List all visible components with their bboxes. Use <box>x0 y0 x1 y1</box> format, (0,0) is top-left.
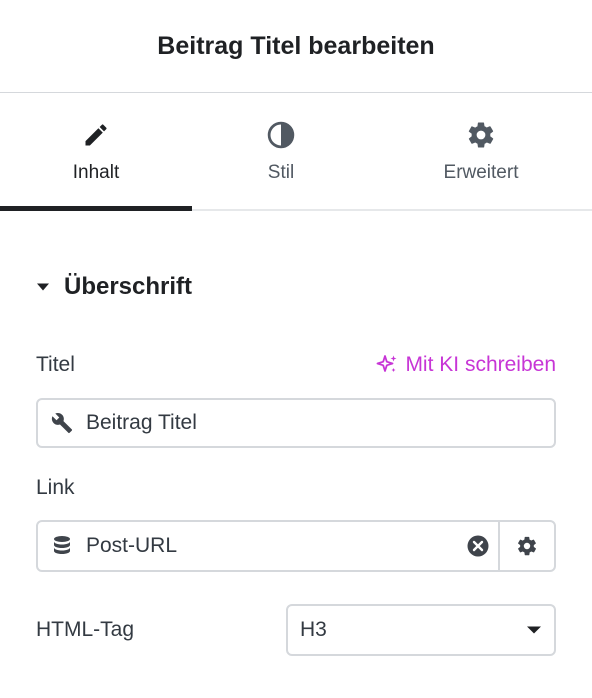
section-title: Überschrift <box>64 273 193 300</box>
html-tag-value: H3 <box>300 618 327 641</box>
link-settings-button[interactable] <box>498 522 554 570</box>
title-label-row: Titel Mit KI schreiben <box>36 353 556 377</box>
wrench-icon <box>38 412 86 434</box>
tab-stil[interactable]: Stil <box>192 93 370 209</box>
tab-inhalt[interactable]: Inhalt <box>0 93 192 211</box>
clear-icon[interactable] <box>458 534 498 558</box>
tab-label: Stil <box>267 162 295 183</box>
link-label: Link <box>36 476 75 499</box>
link-input[interactable]: Post-URL <box>36 520 556 572</box>
gear-icon <box>465 119 497 151</box>
caret-down-icon <box>527 626 541 634</box>
tab-erweitert[interactable]: Erweitert <box>370 93 592 209</box>
tab-bar: Inhalt Stil Erweitert <box>0 93 592 211</box>
ai-write-button[interactable]: Mit KI schreiben <box>375 353 556 377</box>
sparkle-icon <box>377 355 397 372</box>
title-label: Titel <box>36 353 75 376</box>
caret-down-icon <box>36 279 52 295</box>
title-value: Beitrag Titel <box>86 411 197 434</box>
html-tag-select[interactable]: H3 <box>286 604 556 656</box>
section-toggle[interactable]: Überschrift <box>36 273 556 301</box>
link-value: Post-URL <box>86 534 178 557</box>
content-section: Überschrift Titel Mit KI schreiben Beitr… <box>0 273 592 656</box>
html-tag-label: HTML-Tag <box>36 618 135 641</box>
pencil-icon <box>80 119 112 151</box>
panel-header: Beitrag Titel bearbeiten <box>0 0 592 93</box>
tab-label: Inhalt <box>72 162 120 183</box>
database-icon <box>38 535 86 557</box>
html-tag-row: HTML-Tag H3 <box>36 604 556 656</box>
contrast-icon <box>265 119 297 151</box>
title-input[interactable]: Beitrag Titel <box>36 398 556 448</box>
link-label-row: Link <box>36 476 556 500</box>
page-title: Beitrag Titel bearbeiten <box>157 31 435 60</box>
ai-write-label: Mit KI schreiben <box>405 353 556 376</box>
tab-label: Erweitert <box>443 162 519 183</box>
gear-icon <box>518 536 536 556</box>
